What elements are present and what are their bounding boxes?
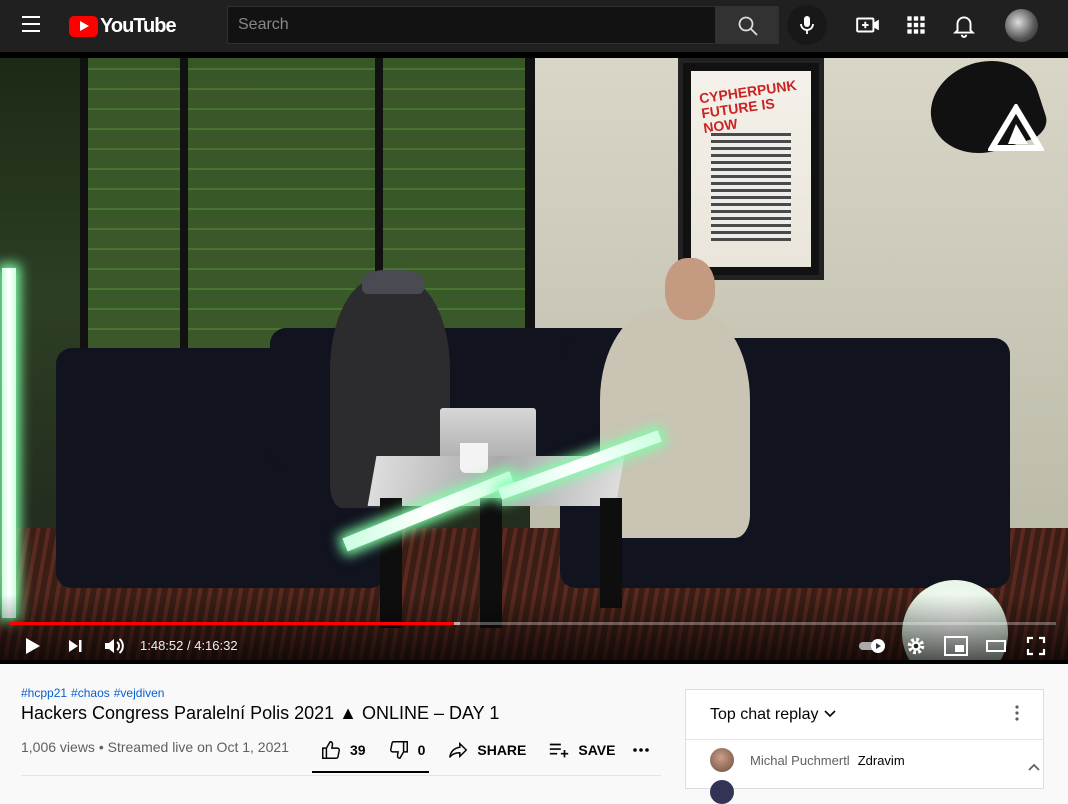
hashtags: #hcpp21 #chaos #vejdiven (21, 686, 168, 700)
video-meta: 1,006 views • Streamed live on Oct 1, 20… (21, 739, 289, 755)
youtube-play-icon (69, 15, 98, 37)
hat (362, 270, 424, 294)
chat-text: Zdravim (857, 752, 905, 768)
share-button[interactable]: SHARE (447, 739, 526, 761)
video-title: Hackers Congress Paralelní Polis 2021 ▲ … (21, 703, 500, 723)
create-video-icon[interactable] (855, 12, 881, 38)
share-icon (449, 741, 468, 759)
volume-icon (105, 638, 124, 654)
chat-header: Top chat replay (686, 690, 1043, 740)
microphone-icon (800, 16, 814, 34)
scroll-up-arrow-icon[interactable] (1027, 742, 1041, 792)
search-box (227, 6, 716, 44)
dislike-count: 0 (417, 742, 426, 758)
search-button[interactable] (715, 6, 779, 44)
chat-more-icon[interactable] (1015, 705, 1019, 721)
video-actions: 39 0 SHARE SAVE (320, 736, 637, 764)
next-button[interactable] (61, 632, 89, 660)
add-to-playlist-icon (550, 743, 569, 758)
cypherpunk-poster: CYPHERPUNK FUTURE IS NOW (678, 58, 824, 280)
play-icon (26, 638, 40, 654)
chat-message-partial (710, 778, 1010, 804)
video-info: #hcpp21 #chaos #vejdiven Hackers Congress … (0, 664, 1068, 804)
progress-bar[interactable] (10, 622, 1056, 625)
hashtag-link[interactable]: #hcpp21 (21, 686, 67, 700)
video-player[interactable]: CYPHERPUNK FUTURE IS NOW 1:48:52 / 4:16:… (0, 52, 1068, 664)
menu-icon[interactable] (22, 16, 44, 36)
divider (21, 775, 661, 776)
thumbs-up-icon (322, 741, 340, 759)
video-frame[interactable]: CYPHERPUNK FUTURE IS NOW (0, 58, 1068, 660)
share-label: SHARE (477, 742, 527, 758)
miniplayer-icon (944, 636, 968, 656)
poster-text: CYPHERPUNK FUTURE IS NOW (698, 76, 798, 137)
autoplay-toggle[interactable] (858, 632, 888, 660)
search-input[interactable] (228, 7, 715, 43)
table-leg (600, 498, 622, 608)
avatar (710, 780, 734, 804)
logo-text: YouTube (100, 14, 177, 37)
time-display: 1:48:52 / 4:16:32 (140, 638, 238, 653)
voice-search-button[interactable] (787, 5, 827, 45)
fullscreen-icon (1026, 636, 1046, 656)
youtube-logo[interactable]: YouTube (69, 14, 177, 38)
poster-art (711, 131, 791, 241)
chat-panel: Top chat replay Michal Puchmertl Zdravim (685, 689, 1044, 804)
like-ratio-bar (312, 771, 429, 773)
thumbs-down-icon (389, 741, 408, 759)
like-button[interactable]: 39 (320, 739, 366, 761)
more-actions-icon[interactable] (632, 746, 650, 754)
chevron-down-icon[interactable] (824, 710, 836, 718)
play-button[interactable] (18, 632, 46, 660)
dislike-button[interactable]: 0 (388, 739, 426, 761)
cup (460, 443, 488, 473)
apps-grid-icon[interactable] (903, 12, 929, 38)
chat-message: Michal Puchmertl Zdravim (710, 748, 905, 772)
miniplayer-button[interactable] (942, 632, 970, 660)
save-label: SAVE (578, 742, 616, 758)
top-bar: YouTube (0, 0, 1068, 52)
search-icon (738, 16, 758, 36)
right-speaker (600, 308, 750, 538)
progress-played (10, 622, 454, 625)
chat-author[interactable]: Michal Puchmertl (750, 753, 850, 768)
skip-next-icon (69, 640, 82, 652)
account-avatar[interactable] (1005, 9, 1038, 42)
theater-mode-button[interactable] (982, 632, 1010, 660)
notifications-bell-icon[interactable] (951, 12, 977, 38)
fullscreen-button[interactable] (1022, 632, 1050, 660)
window-frame (180, 58, 188, 388)
light-tube (2, 268, 16, 618)
hashtag-link[interactable]: #vejdiven (114, 686, 165, 700)
speaker-head (665, 258, 715, 320)
autoplay-toggle-icon (859, 639, 885, 653)
save-button[interactable]: SAVE (548, 739, 615, 761)
chat-mode-selector[interactable]: Top chat replay (710, 706, 819, 724)
volume-button[interactable] (100, 632, 128, 660)
avatar[interactable] (710, 748, 734, 772)
paralelni-polis-logo-icon (988, 104, 1044, 151)
gear-icon (907, 637, 925, 655)
theater-mode-icon (986, 640, 1006, 652)
like-count: 39 (350, 742, 366, 758)
settings-button[interactable] (902, 632, 930, 660)
hashtag-link[interactable]: #chaos (71, 686, 110, 700)
